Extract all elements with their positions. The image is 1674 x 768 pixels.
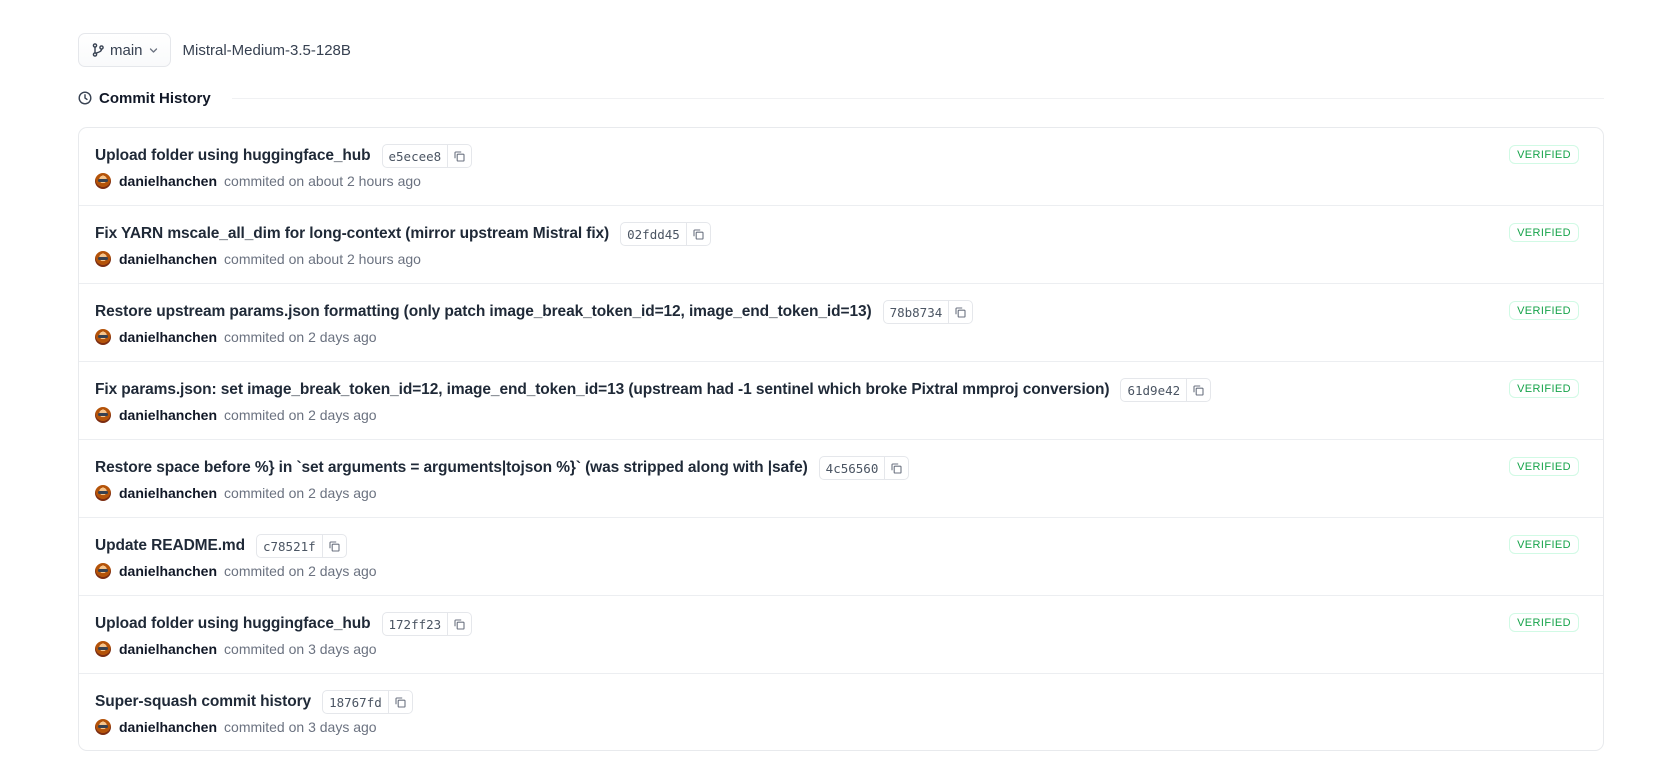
avatar[interactable] — [95, 485, 111, 501]
avatar[interactable] — [95, 407, 111, 423]
avatar[interactable] — [95, 251, 111, 267]
commit-author[interactable]: danielhanchen — [119, 563, 217, 579]
avatar[interactable] — [95, 329, 111, 345]
commit-sha[interactable]: e5ecee8 — [383, 145, 448, 167]
commit-time: commited on 2 days ago — [224, 329, 377, 345]
topbar: main Mistral-Medium-3.5-128B — [78, 32, 1604, 68]
copy-icon[interactable] — [685, 223, 710, 245]
commit-sha[interactable]: 172ff23 — [383, 613, 448, 635]
commit-history-page: main Mistral-Medium-3.5-128B Commit Hist… — [78, 32, 1604, 751]
commit-row: Fix YARN mscale_all_dim for long-context… — [79, 206, 1603, 284]
commit-sha-box: 172ff23 — [381, 612, 473, 636]
verified-badge: VERIFIED — [1509, 457, 1579, 476]
verified-badge: VERIFIED — [1509, 535, 1579, 554]
copy-icon[interactable] — [387, 691, 412, 713]
branch-label: main — [110, 41, 143, 59]
verified-badge: VERIFIED — [1509, 223, 1579, 242]
history-header: Commit History — [78, 83, 1604, 113]
commit-row: Restore space before %} in `set argument… — [79, 440, 1603, 518]
commit-sha-box: c78521f — [255, 534, 347, 558]
copy-icon[interactable] — [884, 457, 908, 479]
chevron-down-icon — [149, 46, 158, 55]
commit-time: commited on about 2 hours ago — [224, 173, 421, 189]
commit-author[interactable]: danielhanchen — [119, 719, 217, 735]
commit-author[interactable]: danielhanchen — [119, 251, 217, 267]
commit-sha[interactable]: 02fdd45 — [621, 223, 686, 245]
commit-time: commited on about 2 hours ago — [224, 251, 421, 267]
avatar[interactable] — [95, 719, 111, 735]
commit-sha-box: e5ecee8 — [381, 144, 473, 168]
avatar[interactable] — [95, 563, 111, 579]
commit-row: Super-squash commit history 18767fd dani… — [79, 674, 1603, 750]
commit-sha[interactable]: 4c56560 — [820, 457, 885, 479]
copy-icon[interactable] — [447, 613, 471, 635]
git-branch-icon — [92, 43, 104, 57]
commit-author[interactable]: danielhanchen — [119, 329, 217, 345]
commit-row: Upload folder using huggingface_hub 172f… — [79, 596, 1603, 674]
commit-message[interactable]: Update README.md — [95, 537, 245, 555]
commit-sha-box: 61d9e42 — [1120, 378, 1212, 402]
commit-message[interactable]: Super-squash commit history — [95, 693, 311, 711]
verified-badge: VERIFIED — [1509, 613, 1579, 632]
commit-sha-box: 78b8734 — [882, 300, 974, 324]
commit-sha[interactable]: c78521f — [257, 535, 322, 557]
commit-sha[interactable]: 18767fd — [323, 691, 388, 713]
commit-sha-box: 18767fd — [322, 690, 413, 714]
copy-icon[interactable] — [447, 145, 471, 167]
copy-icon[interactable] — [1186, 379, 1210, 401]
commit-message[interactable]: Fix params.json: set image_break_token_i… — [95, 381, 1110, 399]
copy-icon[interactable] — [948, 301, 972, 323]
history-title: Commit History — [99, 89, 211, 107]
commit-row: Update README.md c78521f danielhanchen c… — [79, 518, 1603, 596]
commit-author[interactable]: danielhanchen — [119, 485, 217, 501]
commit-row: Fix params.json: set image_break_token_i… — [79, 362, 1603, 440]
verified-badge: VERIFIED — [1509, 145, 1579, 164]
commit-author[interactable]: danielhanchen — [119, 173, 217, 189]
commit-time: commited on 2 days ago — [224, 485, 377, 501]
commit-time: commited on 2 days ago — [224, 407, 377, 423]
commit-message[interactable]: Upload folder using huggingface_hub — [95, 147, 371, 165]
commit-sha-box: 4c56560 — [818, 456, 910, 480]
commit-message[interactable]: Upload folder using huggingface_hub — [95, 615, 371, 633]
commit-sha[interactable]: 78b8734 — [884, 301, 949, 323]
commit-list: Upload folder using huggingface_hub e5ec… — [78, 127, 1604, 751]
commit-sha-box: 02fdd45 — [620, 222, 711, 246]
commit-time: commited on 2 days ago — [224, 563, 377, 579]
commit-row: Restore upstream params.json formatting … — [79, 284, 1603, 362]
commit-sha[interactable]: 61d9e42 — [1121, 379, 1186, 401]
commit-time: commited on 3 days ago — [224, 719, 377, 735]
verified-badge: VERIFIED — [1509, 301, 1579, 320]
commit-message[interactable]: Restore space before %} in `set argument… — [95, 459, 808, 477]
clock-icon — [78, 91, 92, 105]
commit-time: commited on 3 days ago — [224, 641, 377, 657]
commit-author[interactable]: danielhanchen — [119, 407, 217, 423]
verified-badge: VERIFIED — [1509, 379, 1579, 398]
repo-name: Mistral-Medium-3.5-128B — [182, 41, 351, 59]
branch-selector-button[interactable]: main — [78, 33, 171, 67]
avatar[interactable] — [95, 641, 111, 657]
commit-author[interactable]: danielhanchen — [119, 641, 217, 657]
divider — [231, 97, 1604, 99]
avatar[interactable] — [95, 173, 111, 189]
commit-message[interactable]: Restore upstream params.json formatting … — [95, 303, 872, 321]
commit-row: Upload folder using huggingface_hub e5ec… — [79, 128, 1603, 206]
copy-icon[interactable] — [321, 535, 346, 557]
commit-message[interactable]: Fix YARN mscale_all_dim for long-context… — [95, 225, 609, 243]
